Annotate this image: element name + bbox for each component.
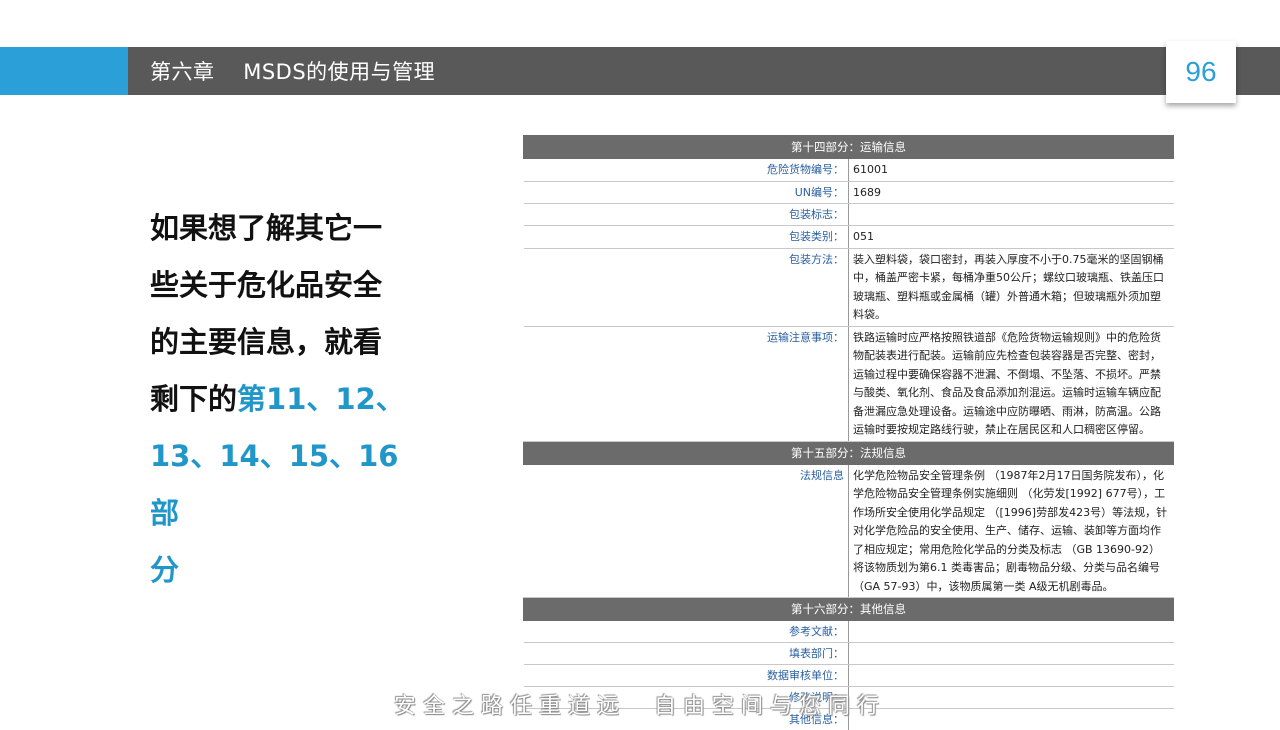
table-row: 法规信息 化学危险物品安全管理条例 （1987年2月17日国务院发布），化学危险… (524, 464, 1174, 598)
field-label: 运输注意事项： (524, 326, 849, 441)
field-value: 61001 (849, 159, 1174, 182)
intro-line-4: 剩下的第11、12、 (150, 371, 412, 428)
field-value (849, 643, 1174, 665)
header-accent-block (0, 47, 128, 95)
msds-table: 第十四部分：运输信息 危险货物编号： 61001 UN编号： 1689 包装标志… (523, 135, 1174, 730)
field-label: 填表部门： (524, 643, 849, 665)
intro-line-4-highlight: 第11、12、 (237, 382, 405, 416)
field-label: UN编号： (524, 181, 849, 204)
chapter-header-bar: 第六章 MSDS的使用与管理 (128, 47, 1280, 95)
field-label: 危险货物编号： (524, 159, 849, 182)
field-value (849, 621, 1174, 643)
table-row: 包装标志： (524, 204, 1174, 226)
intro-line-2: 些关于危化品安全 (150, 257, 412, 314)
field-value (849, 665, 1174, 687)
table-row: 数据审核单位： (524, 665, 1174, 687)
intro-text: 如果想了解其它一 些关于危化品安全 的主要信息，就看 剩下的第11、12、 13… (150, 200, 412, 599)
field-label: 参考文献： (524, 621, 849, 643)
intro-line-1: 如果想了解其它一 (150, 200, 412, 257)
field-label: 法规信息 (524, 464, 849, 598)
table-row: 包装方法： 装入塑料袋，袋口密封，再装入厚度不小于0.75毫米的坚固钢桶中，桶盖… (524, 248, 1174, 326)
intro-line-6: 分 (150, 542, 412, 599)
page-number-badge: 96 (1166, 41, 1236, 103)
section-title-16: 第十六部分：其他信息 (524, 598, 1174, 621)
table-row: 危险货物编号： 61001 (524, 159, 1174, 182)
intro-line-5: 13、14、15、16部 (150, 428, 412, 542)
field-value: 化学危险物品安全管理条例 （1987年2月17日国务院发布），化学危险物品安全管… (849, 464, 1174, 598)
footer-slogan: 安全之路任重道远 自由空间与您同行 (0, 688, 1280, 720)
table-row: 填表部门： (524, 643, 1174, 665)
field-label: 数据审核单位： (524, 665, 849, 687)
section-header-16: 第十六部分：其他信息 (524, 598, 1174, 621)
field-label: 包装标志： (524, 204, 849, 226)
field-label: 包装类别： (524, 226, 849, 249)
field-value: 铁路运输时应严格按照铁道部《危险货物运输规则》中的危险货物配装表进行配装。运输前… (849, 326, 1174, 441)
field-label: 包装方法： (524, 248, 849, 326)
table-row: 包装类别： 051 (524, 226, 1174, 249)
field-value (849, 204, 1174, 226)
section-header-14: 第十四部分：运输信息 (524, 136, 1174, 159)
intro-line-3: 的主要信息，就看 (150, 314, 412, 371)
table-row: 运输注意事项： 铁路运输时应严格按照铁道部《危险货物运输规则》中的危险货物配装表… (524, 326, 1174, 441)
section-header-15: 第十五部分：法规信息 (524, 441, 1174, 464)
intro-line-4-prefix: 剩下的 (150, 382, 237, 416)
field-value: 051 (849, 226, 1174, 249)
table-row: 参考文献： (524, 621, 1174, 643)
table-row: UN编号： 1689 (524, 181, 1174, 204)
chapter-title: 第六章 MSDS的使用与管理 (150, 47, 435, 95)
section-title-14: 第十四部分：运输信息 (524, 136, 1174, 159)
field-value: 1689 (849, 181, 1174, 204)
section-title-15: 第十五部分：法规信息 (524, 441, 1174, 464)
field-value: 装入塑料袋，袋口密封，再装入厚度不小于0.75毫米的坚固钢桶中，桶盖严密卡紧，每… (849, 248, 1174, 326)
